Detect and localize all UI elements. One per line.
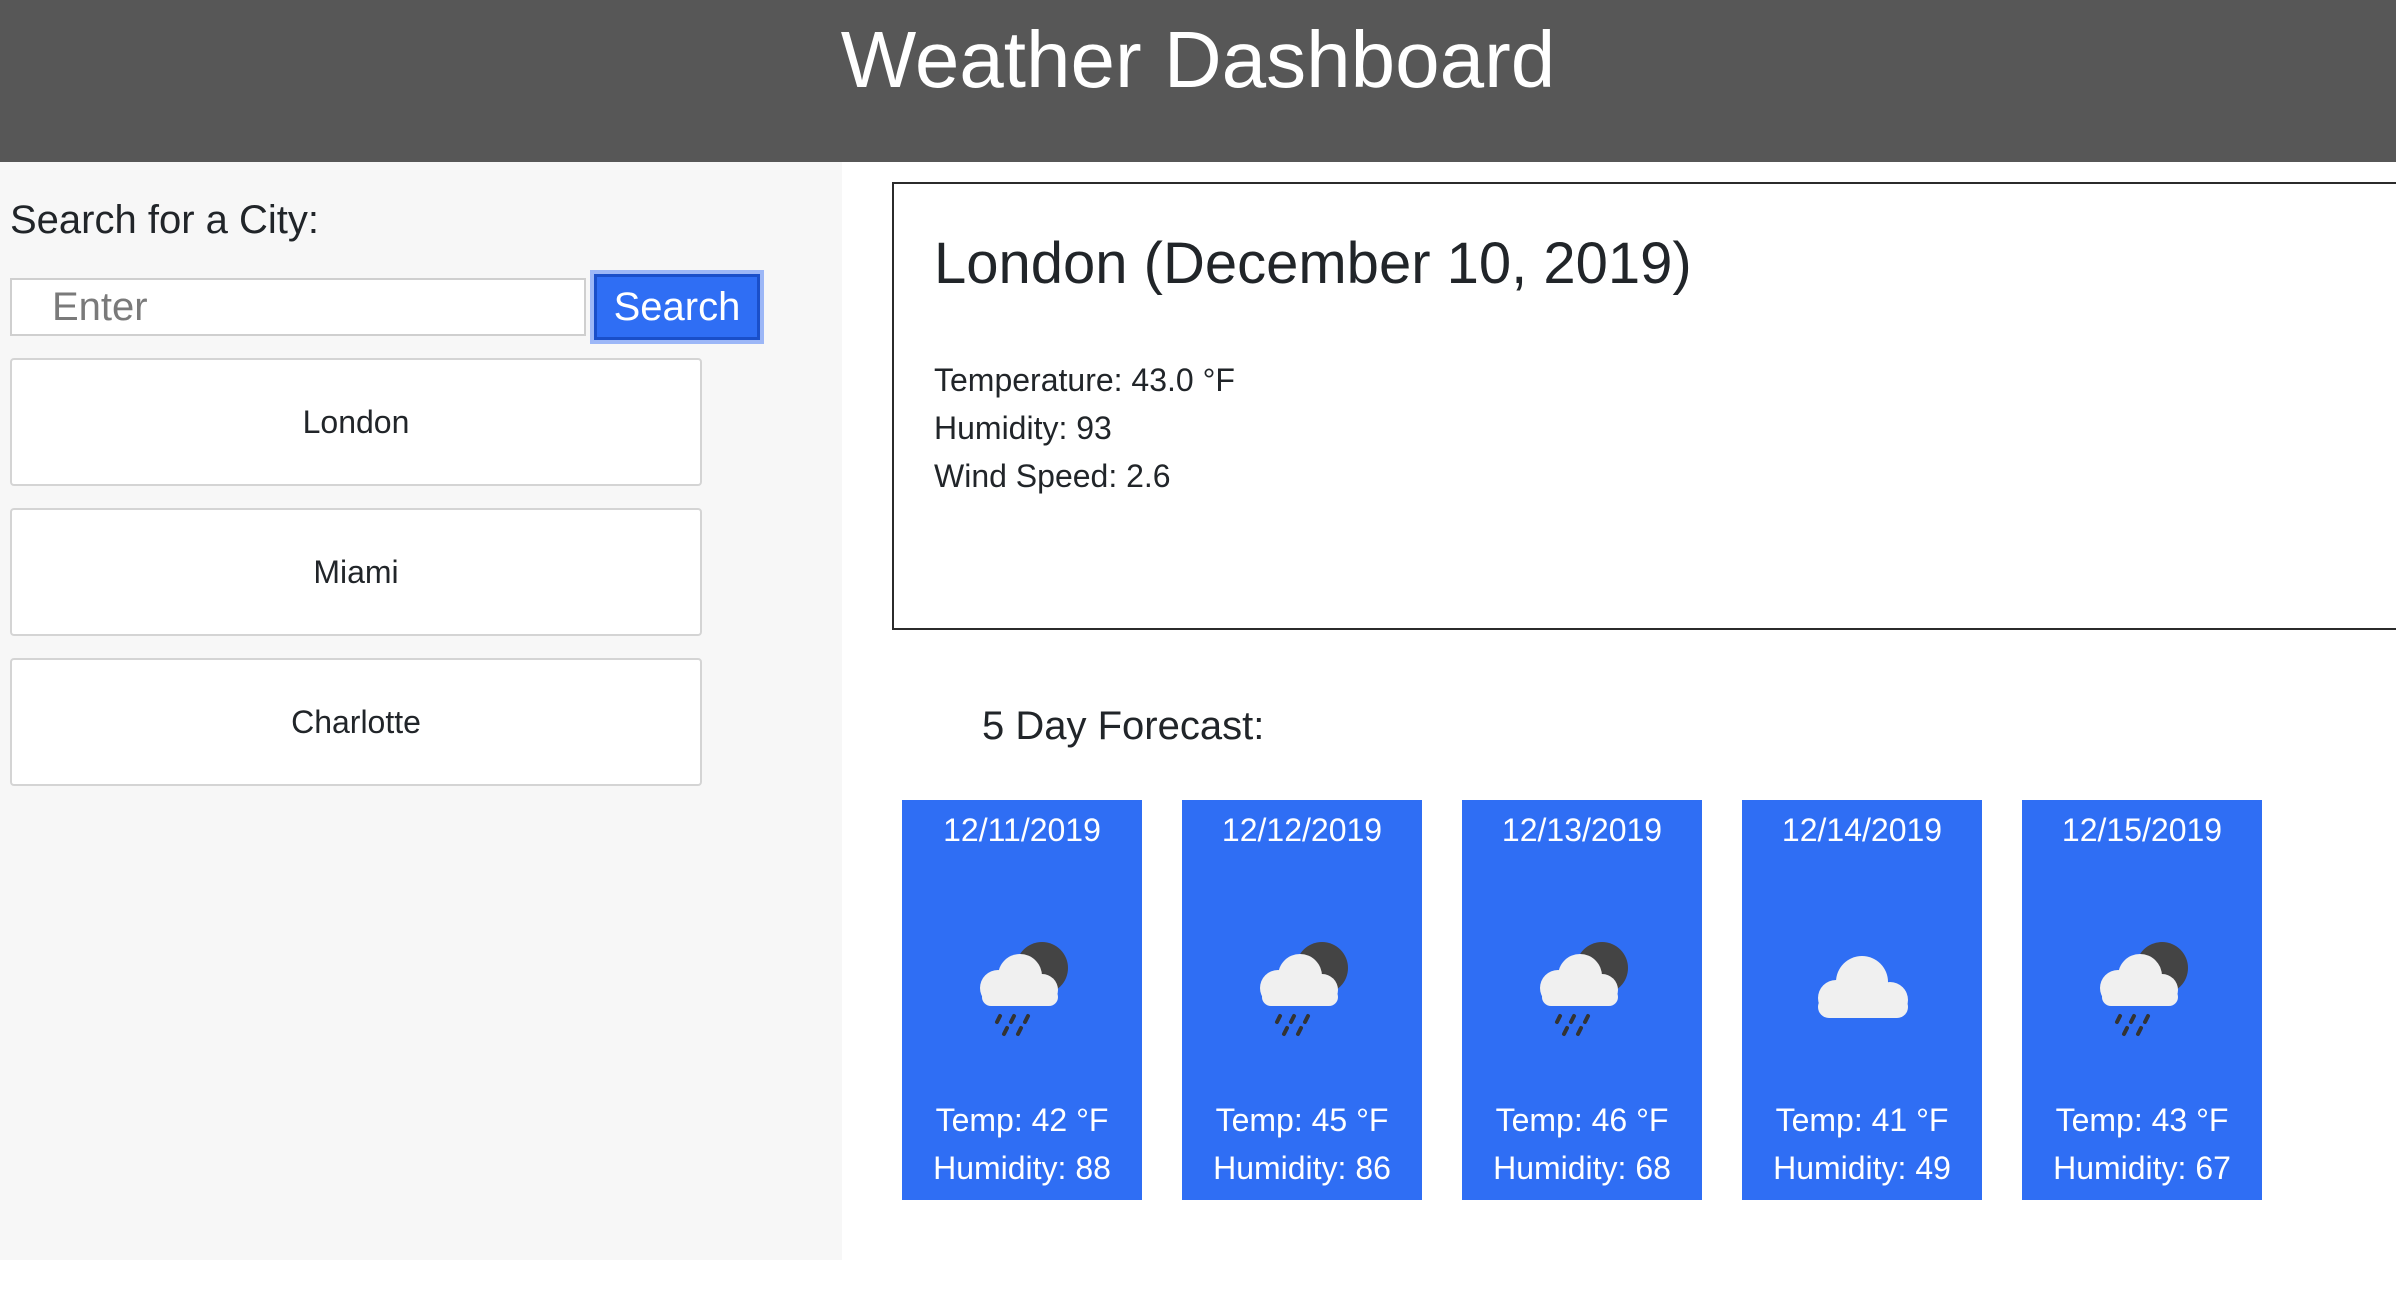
forecast-temp: Temp: 41 °F	[1775, 1102, 1949, 1138]
city-search-input[interactable]	[10, 278, 586, 336]
forecast-card: 12/13/2019 Temp: 46 °F Humidity: 68	[1462, 800, 1702, 1200]
rain-cloud-moon-icon	[962, 930, 1082, 1050]
city-history-item-charlotte[interactable]: Charlotte	[10, 658, 702, 786]
forecast-humidity: Humidity: 86	[1213, 1150, 1391, 1186]
forecast-date: 12/13/2019	[1501, 812, 1663, 848]
forecast-card: 12/14/2019 Temp: 41 °F Humidity: 49	[1742, 800, 1982, 1200]
city-history-item-miami[interactable]: Miami	[10, 508, 702, 636]
forecast-heading: 5 Day Forecast:	[982, 704, 1265, 748]
forecast-temp: Temp: 42 °F	[935, 1102, 1109, 1138]
rain-cloud-moon-icon	[1242, 930, 1362, 1050]
forecast-temp: Temp: 45 °F	[1215, 1102, 1389, 1138]
search-heading: Search for a City:	[10, 198, 320, 242]
rain-cloud-moon-icon	[2082, 930, 2202, 1050]
forecast-date: 12/11/2019	[943, 812, 1101, 848]
forecast-temp: Temp: 46 °F	[1495, 1102, 1669, 1138]
current-wind-speed: Wind Speed: 2.6	[934, 458, 1171, 494]
forecast-humidity: Humidity: 67	[2053, 1150, 2231, 1186]
forecast-card: 12/12/2019 Temp: 45 °F Humidity: 86	[1182, 800, 1422, 1200]
forecast-date: 12/14/2019	[1781, 812, 1943, 848]
forecast-date: 12/12/2019	[1221, 812, 1383, 848]
forecast-date: 12/15/2019	[2061, 812, 2223, 848]
current-weather-stats: Temperature: 43.0 °F Humidity: 93 Wind S…	[934, 356, 1235, 500]
rain-cloud-moon-icon	[1522, 930, 1642, 1050]
sidebar: Search for a City: Search London Miami C…	[0, 162, 842, 1260]
forecast-humidity: Humidity: 88	[933, 1150, 1111, 1186]
current-city-title: London (December 10, 2019)	[934, 231, 1692, 296]
search-button[interactable]: Search	[594, 274, 760, 340]
forecast-card: 12/15/2019 Temp: 43 °F Humidity: 67	[2022, 800, 2262, 1200]
current-humidity: Humidity: 93	[934, 410, 1112, 446]
current-temperature: Temperature: 43.0 °F	[934, 362, 1235, 398]
cloud-icon	[1802, 930, 1922, 1050]
city-history-item-london[interactable]: London	[10, 358, 702, 486]
page-header: Weather Dashboard	[0, 0, 2396, 162]
forecast-humidity: Humidity: 68	[1493, 1150, 1671, 1186]
forecast-humidity: Humidity: 49	[1773, 1150, 1951, 1186]
page-title: Weather Dashboard	[840, 15, 1556, 104]
current-weather-panel: London (December 10, 2019) Temperature: …	[892, 182, 2396, 630]
city-history-list: London Miami Charlotte	[10, 358, 702, 808]
forecast-card: 12/11/2019 Temp: 42 °F Humidity: 88	[902, 800, 1142, 1200]
forecast-temp: Temp: 43 °F	[2055, 1102, 2229, 1138]
